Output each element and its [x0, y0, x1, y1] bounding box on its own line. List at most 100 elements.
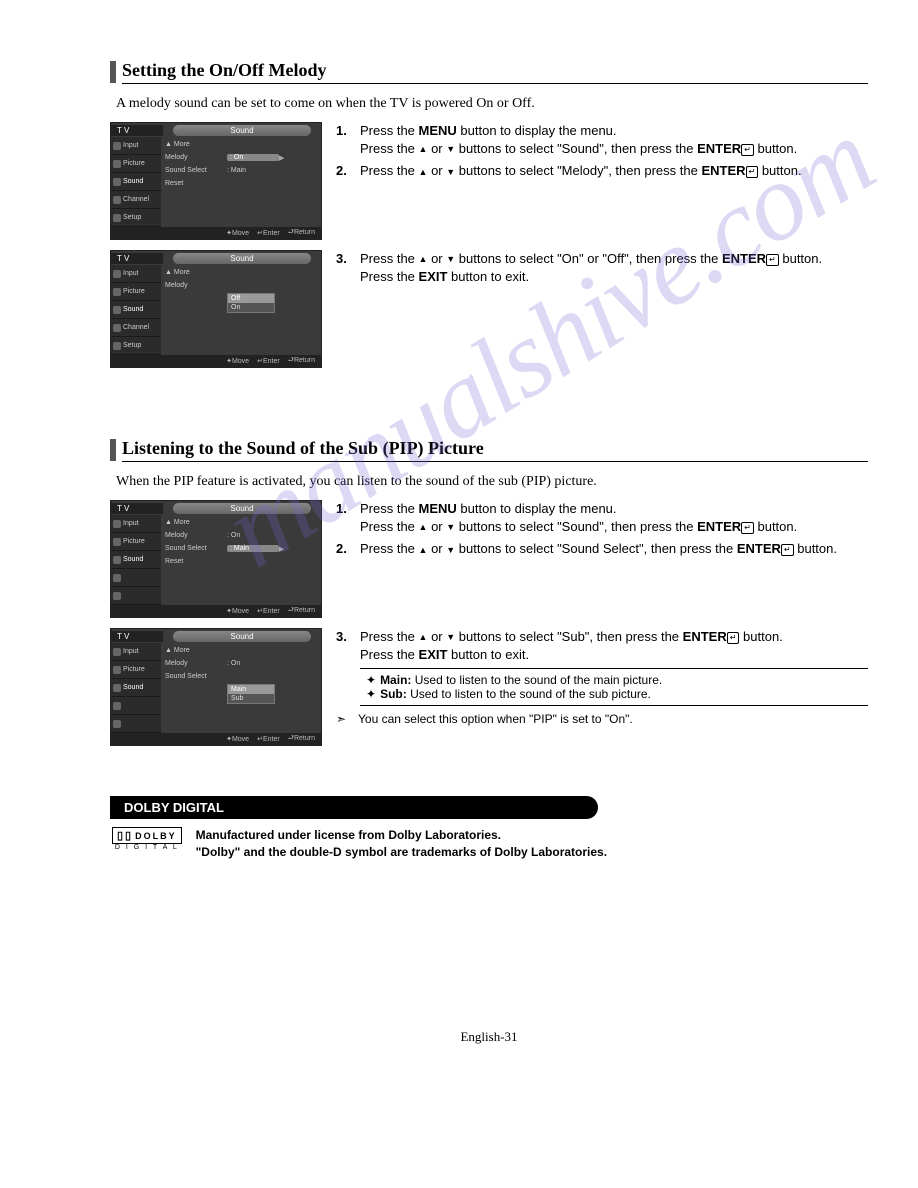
footer-move: ✦Move [226, 735, 249, 743]
osd-dropdown: Off On [227, 293, 275, 313]
input-icon [113, 520, 121, 528]
title-bar-icon [110, 61, 116, 83]
manual-page: manualshive.com Setting the On/Off Melod… [0, 0, 918, 1075]
osd-ss-val: : Main [227, 545, 279, 552]
osd-screenshot-4: T V Sound Input Picture Sound ▲ More Mel… [110, 628, 322, 746]
section2-row2: T V Sound Input Picture Sound ▲ More Mel… [110, 628, 868, 746]
sound-icon [113, 684, 121, 692]
enter-icon: ↵ [781, 544, 794, 556]
picture-icon [113, 538, 121, 546]
blank-icon [113, 592, 121, 600]
osd-footer: ✦Move ↵Enter ⮐Return [111, 355, 321, 367]
side-channel: Channel [123, 196, 149, 203]
footer-return: ⮐Return [288, 228, 315, 239]
sound-icon [113, 556, 121, 564]
arrow-right-icon: ▶ [279, 545, 284, 553]
side-picture: Picture [123, 288, 145, 295]
picture-icon [113, 160, 121, 168]
enter-icon: ↵ [727, 632, 740, 644]
side-input: Input [123, 142, 139, 149]
dropdown-main: Main [228, 685, 274, 694]
osd-melody-val: : On [227, 154, 279, 161]
footer-enter: ↵Enter [257, 735, 280, 743]
down-icon: ▼ [446, 253, 455, 266]
osd-sidebar: Input Picture Sound Channel Setup [111, 265, 161, 355]
osd-more: ▲ More [165, 647, 227, 654]
footer-move: ✦Move [226, 607, 249, 615]
bullet-icon: ✦ [366, 673, 376, 687]
osd-tab: Sound [173, 125, 311, 136]
footer-return: ⮐Return [288, 606, 315, 617]
section1-steps1: 1. Press the MENU button to display the … [336, 122, 868, 240]
osd-reset-lbl: Reset [165, 180, 227, 187]
side-channel: Channel [123, 324, 149, 331]
footer-move: ✦Move [226, 357, 249, 365]
step-3-text: Press the ▲ or ▼ buttons to select "On" … [360, 250, 822, 286]
dolby-header: DOLBY DIGITAL [110, 796, 598, 819]
step2-3-text: Press the ▲ or ▼ buttons to select "Sub"… [360, 628, 783, 664]
dolby-text: Manufactured under license from Dolby La… [196, 827, 607, 861]
step-1-text: Press the MENU button to display the men… [360, 122, 797, 158]
section2-title-row: Listening to the Sound of the Sub (PIP) … [110, 438, 868, 462]
section1-title: Setting the On/Off Melody [122, 60, 868, 84]
channel-icon [113, 196, 121, 204]
osd-melody-val: : On [227, 532, 273, 539]
enter-icon: ↵ [741, 144, 754, 156]
section2-row1: T V Sound Input Picture Sound ▲ More Mel… [110, 500, 868, 618]
side-input: Input [123, 270, 139, 277]
side-sound: Sound [123, 306, 143, 313]
osd-ss-lbl: Sound Select [165, 673, 227, 680]
picture-icon [113, 288, 121, 296]
step-num-2: 2. [336, 162, 350, 180]
osd-melody-lbl: Melody [165, 154, 227, 161]
osd-footer: ✦Move ↵Enter ⮐Return [111, 733, 321, 745]
section1-row1: T V Sound Input Picture Sound Channel Se… [110, 122, 868, 240]
osd-footer: ✦Move ↵Enter ⮐Return [111, 605, 321, 617]
osd-screenshot-2: T V Sound Input Picture Sound Channel Se… [110, 250, 322, 368]
osd-more: ▲ More [165, 269, 227, 276]
dolby-digital-label: D I G I T A L [112, 844, 182, 851]
step-num-2: 2. [336, 540, 350, 558]
picture-icon [113, 666, 121, 674]
dolby-box-label: DOLBY [135, 831, 177, 841]
section2-steps1: 1. Press the MENU button to display the … [336, 500, 868, 618]
section1-title-row: Setting the On/Off Melody [110, 60, 868, 84]
section2-steps2: 3. Press the ▲ or ▼ buttons to select "S… [336, 628, 868, 746]
dropdown-sub: Sub [228, 694, 274, 703]
enter-icon: ↵ [766, 254, 779, 266]
footer-return: ⮐Return [288, 734, 315, 745]
side-picture: Picture [123, 160, 145, 167]
dolby-section: DOLBY DIGITAL ▯▯ DOLBY D I G I T A L Man… [110, 796, 868, 869]
sound-icon [113, 306, 121, 314]
osd-tv-label: T V [111, 125, 163, 136]
section2-title: Listening to the Sound of the Sub (PIP) … [122, 438, 868, 462]
footer-enter: ↵Enter [257, 607, 280, 615]
section1-intro: A melody sound can be set to come on whe… [116, 96, 868, 112]
osd-content: ▲ More Melody Off On [161, 265, 321, 355]
side-input: Input [123, 648, 139, 655]
step2-1-text: Press the MENU button to display the men… [360, 500, 797, 536]
dropdown-on: On [228, 303, 274, 312]
side-setup: Setup [123, 214, 141, 221]
tip-text: You can select this option when "PIP" is… [358, 712, 633, 726]
down-icon: ▼ [446, 166, 455, 179]
osd-tab: Sound [173, 503, 311, 514]
arrow-right-icon: ▶ [279, 154, 284, 162]
bullet-icon: ✦ [366, 687, 376, 701]
osd-tab: Sound [173, 253, 311, 264]
step-2-text: Press the ▲ or ▼ buttons to select "Melo… [360, 162, 802, 180]
sub-note-box: ✦Main: Used to listen to the sound of th… [360, 668, 868, 706]
osd-melody-lbl: Melody [165, 660, 227, 667]
osd-ss-val: : Main [227, 167, 273, 174]
step2-2-text: Press the ▲ or ▼ buttons to select "Soun… [360, 540, 837, 558]
osd-reset-lbl: Reset [165, 558, 227, 565]
setup-icon [113, 214, 121, 222]
down-icon: ▼ [446, 544, 455, 557]
blank-icon [113, 702, 121, 710]
osd-sidebar: Input Picture Sound Channel Setup [111, 137, 161, 227]
dolby-logo: ▯▯ DOLBY D I G I T A L [112, 827, 182, 851]
side-sound: Sound [123, 178, 143, 185]
footer-return: ⮐Return [288, 356, 315, 367]
side-setup: Setup [123, 342, 141, 349]
tip-icon: ➣ [336, 712, 350, 726]
